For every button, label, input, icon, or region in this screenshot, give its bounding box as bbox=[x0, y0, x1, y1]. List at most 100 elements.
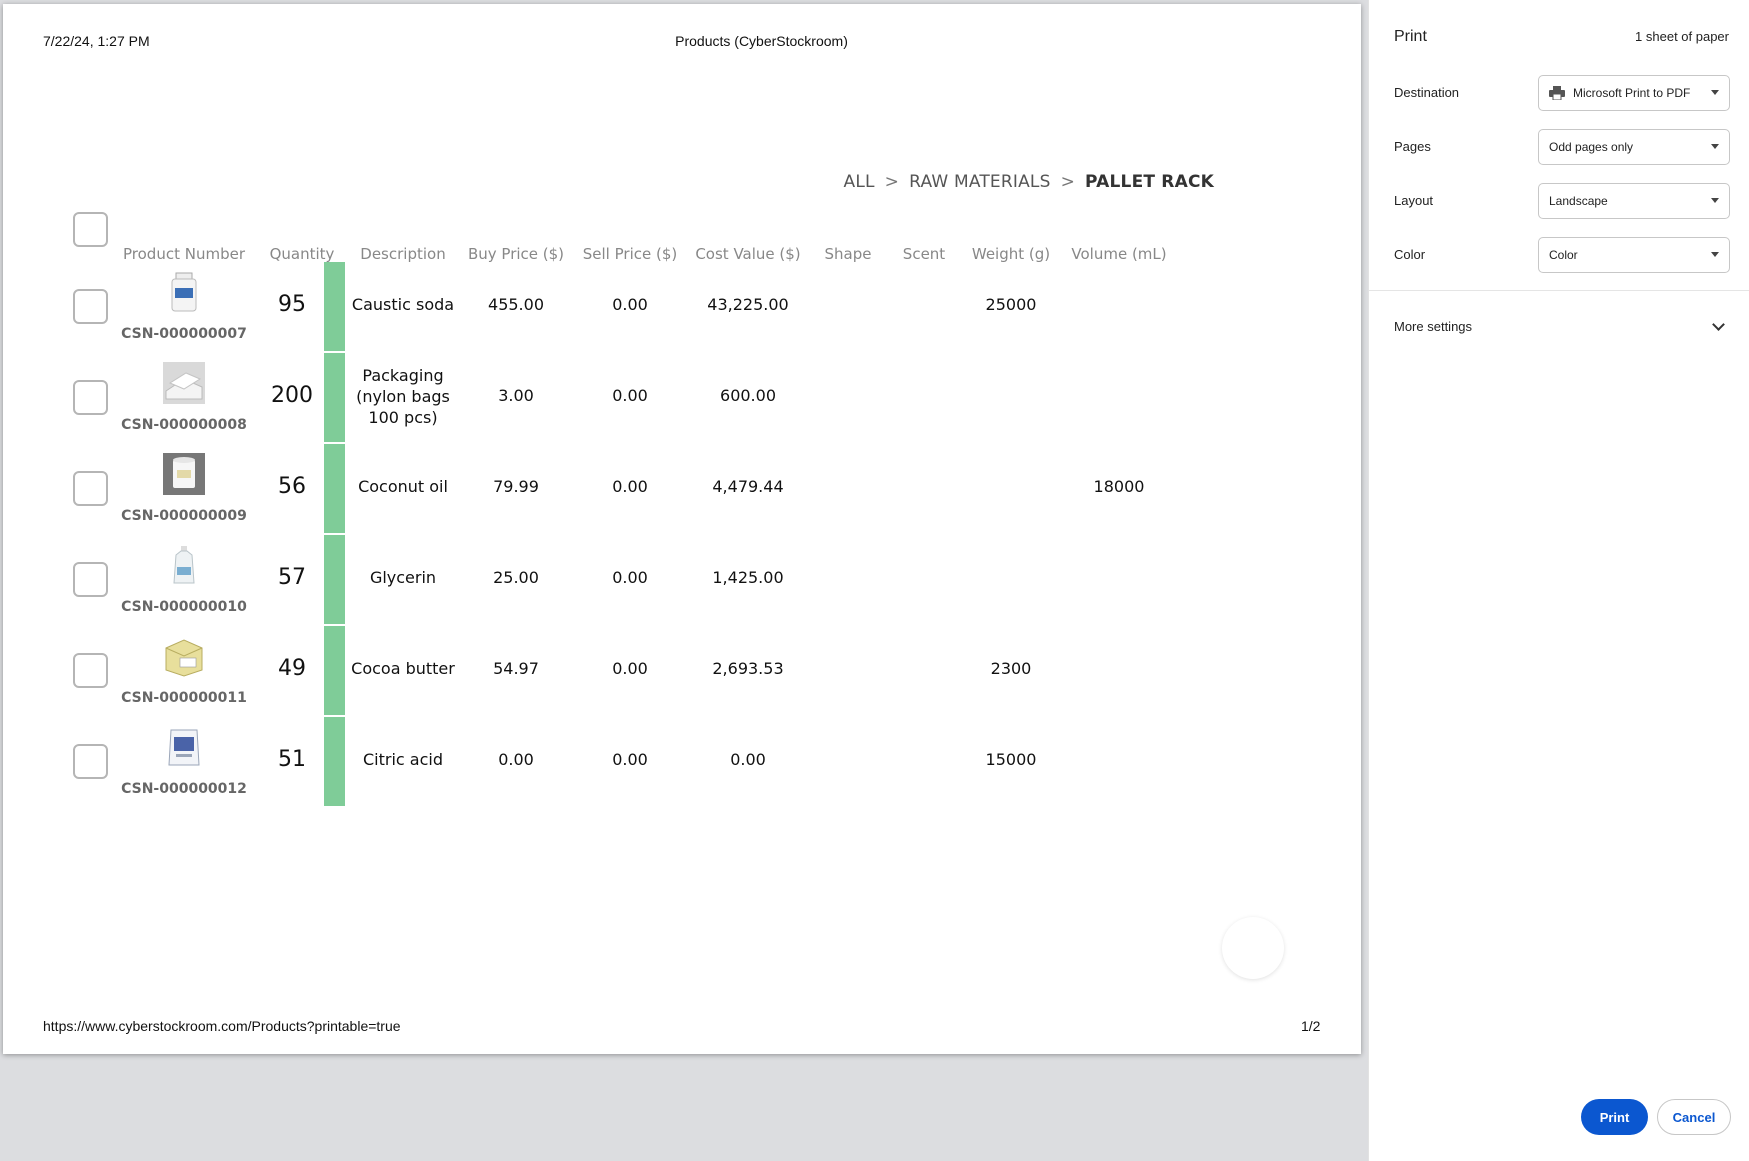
color-value: Color bbox=[1549, 248, 1578, 262]
weight-value: 2300 bbox=[990, 659, 1032, 678]
table-row[interactable]: CSN-000000011 49 Cocoa butter 54.97 0.00… bbox=[63, 624, 1313, 716]
sheet-count: 1 sheet of paper bbox=[1635, 29, 1729, 44]
quantity-bar bbox=[324, 535, 345, 624]
product-number[interactable]: CSN-000000010 bbox=[121, 599, 247, 615]
jar-icon bbox=[171, 272, 197, 312]
destination-select[interactable]: Microsoft Print to PDF bbox=[1538, 75, 1730, 111]
weight-value: 25000 bbox=[985, 295, 1037, 314]
quantity-value: 49 bbox=[278, 656, 306, 681]
weight-value: 15000 bbox=[985, 750, 1037, 769]
quantity-bar bbox=[324, 626, 345, 715]
description-value: Glycerin bbox=[369, 568, 437, 587]
product-number[interactable]: CSN-000000007 bbox=[121, 326, 247, 342]
box-icon bbox=[165, 639, 203, 677]
cost-value-value: 0.00 bbox=[730, 750, 766, 769]
product-number[interactable]: CSN-000000011 bbox=[121, 690, 247, 706]
description-value: Coconut oil bbox=[358, 477, 448, 496]
sell-price-value: 0.00 bbox=[612, 568, 648, 587]
select-all-checkbox[interactable] bbox=[73, 212, 108, 247]
breadcrumb-item-pallet-rack: PALLET RACK bbox=[1085, 172, 1214, 192]
bucket-icon bbox=[163, 453, 205, 495]
chevron-down-icon[interactable] bbox=[1712, 318, 1725, 331]
product-number[interactable]: CSN-000000008 bbox=[121, 417, 247, 433]
pages-value: Odd pages only bbox=[1549, 140, 1634, 154]
breadcrumb-item-raw-materials[interactable]: RAW MATERIALS bbox=[909, 172, 1050, 192]
cost-value-value: 600.00 bbox=[720, 386, 776, 405]
more-settings-toggle[interactable]: More settings bbox=[1394, 319, 1472, 334]
destination-value: Microsoft Print to PDF bbox=[1573, 86, 1691, 100]
cost-value-value: 2,693.53 bbox=[712, 659, 784, 678]
printer-icon bbox=[1549, 86, 1565, 100]
destination-label: Destination bbox=[1394, 85, 1460, 100]
color-select[interactable]: Color bbox=[1538, 237, 1730, 273]
table-row[interactable]: CSN-000000008 200 Packaging (nylon bags … bbox=[63, 351, 1313, 443]
sell-price-value: 0.00 bbox=[612, 750, 648, 769]
cost-value-value: 43,225.00 bbox=[707, 295, 789, 314]
bags-icon bbox=[163, 362, 205, 404]
quantity-value: 56 bbox=[278, 474, 306, 499]
page-footer-url: https://www.cyberstockroom.com/Products?… bbox=[43, 1018, 401, 1034]
row-checkbox[interactable] bbox=[73, 653, 108, 688]
sell-price-value: 0.00 bbox=[612, 477, 648, 496]
breadcrumb-item-all[interactable]: ALL bbox=[844, 172, 875, 192]
panel-divider bbox=[1369, 290, 1749, 291]
table-row[interactable]: CSN-000000009 56 Coconut oil 79.99 0.00 … bbox=[63, 442, 1313, 534]
print-preview-page: 7/22/24, 1:27 PM Products (CyberStockroo… bbox=[3, 4, 1361, 1054]
cost-value-value: 1,425.00 bbox=[712, 568, 784, 587]
buy-price-value: 3.00 bbox=[498, 386, 534, 405]
quantity-value: 57 bbox=[278, 565, 306, 590]
row-checkbox[interactable] bbox=[73, 380, 108, 415]
layout-value: Landscape bbox=[1549, 194, 1608, 208]
panel-title: Print bbox=[1394, 28, 1427, 45]
quantity-bar bbox=[324, 262, 345, 351]
layout-label: Layout bbox=[1394, 193, 1434, 208]
chevron-down-icon bbox=[1711, 90, 1719, 95]
quantity-bar bbox=[324, 444, 345, 533]
quantity-value: 200 bbox=[271, 383, 313, 408]
table-row[interactable]: CSN-000000007 95 Caustic soda 455.00 0.0… bbox=[63, 260, 1313, 352]
quantity-bar bbox=[324, 717, 345, 806]
layout-select[interactable]: Landscape bbox=[1538, 183, 1730, 219]
pages-select[interactable]: Odd pages only bbox=[1538, 129, 1730, 165]
page-footer-number: 1/2 bbox=[1301, 1018, 1321, 1034]
breadcrumb-separator: > bbox=[1060, 172, 1076, 192]
quantity-bar bbox=[324, 353, 345, 442]
print-button[interactable]: Print bbox=[1581, 1099, 1648, 1135]
buy-price-value: 79.99 bbox=[493, 477, 539, 496]
row-checkbox[interactable] bbox=[73, 744, 108, 779]
row-checkbox[interactable] bbox=[73, 471, 108, 506]
pages-label: Pages bbox=[1394, 139, 1431, 154]
print-settings-panel: Print 1 sheet of paper Destination Micro… bbox=[1368, 0, 1749, 1161]
cancel-button[interactable]: Cancel bbox=[1657, 1099, 1731, 1135]
description-value: Packaging (nylon bags 100 pcs) bbox=[356, 366, 450, 427]
floating-action-circle bbox=[1222, 917, 1284, 979]
color-label: Color bbox=[1394, 247, 1426, 262]
sell-price-value: 0.00 bbox=[612, 659, 648, 678]
product-number[interactable]: CSN-000000012 bbox=[121, 781, 247, 797]
buy-price-value: 54.97 bbox=[493, 659, 539, 678]
chevron-down-icon bbox=[1711, 198, 1719, 203]
table-row[interactable]: CSN-000000012 51 Citric acid 0.00 0.00 0… bbox=[63, 715, 1313, 807]
buy-price-value: 0.00 bbox=[498, 750, 534, 769]
quantity-value: 95 bbox=[278, 292, 306, 317]
page-header-title: Products (CyberStockroom) bbox=[675, 33, 848, 49]
breadcrumb-separator: > bbox=[884, 172, 900, 192]
quantity-value: 51 bbox=[278, 747, 306, 772]
table-row[interactable]: CSN-000000010 57 Glycerin 25.00 0.00 1,4… bbox=[63, 533, 1313, 625]
sack-icon bbox=[168, 729, 200, 766]
row-checkbox[interactable] bbox=[73, 289, 108, 324]
sell-price-value: 0.00 bbox=[612, 295, 648, 314]
chevron-down-icon bbox=[1711, 144, 1719, 149]
buy-price-value: 25.00 bbox=[493, 568, 539, 587]
sell-price-value: 0.00 bbox=[612, 386, 648, 405]
cost-value-value: 4,479.44 bbox=[712, 477, 784, 496]
description-value: Citric acid bbox=[363, 750, 443, 769]
volume-value: 18000 bbox=[1093, 477, 1145, 496]
chevron-down-icon bbox=[1711, 252, 1719, 257]
product-number[interactable]: CSN-000000009 bbox=[121, 508, 247, 524]
description-value: Caustic soda bbox=[351, 295, 455, 314]
breadcrumb: ALL > RAW MATERIALS > PALLET RACK bbox=[844, 172, 1215, 192]
description-value: Cocoa butter bbox=[351, 659, 455, 678]
buy-price-value: 455.00 bbox=[488, 295, 544, 314]
row-checkbox[interactable] bbox=[73, 562, 108, 597]
